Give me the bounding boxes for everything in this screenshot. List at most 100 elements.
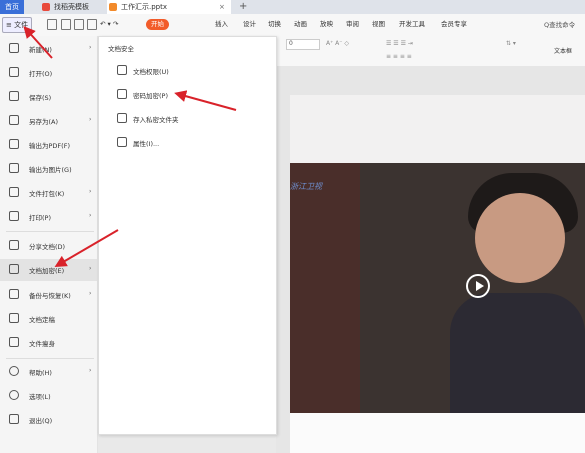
menu-item-finalize[interactable]: 文档定稿 <box>0 308 97 330</box>
menu-item-label: 备份与恢复(K) <box>29 292 71 300</box>
print-icon <box>9 211 19 221</box>
slim-icon <box>9 337 19 347</box>
ribbon-tab-animation[interactable]: 动画 <box>294 19 307 30</box>
menu-item-exit[interactable]: 退出(Q) <box>0 409 97 431</box>
menu-item-label: 文档定稿 <box>29 316 55 324</box>
finalize-icon <box>9 313 19 323</box>
pptx-file-icon <box>109 3 117 11</box>
submenu-item-label: 存入私密文件夹 <box>133 116 179 124</box>
chevron-right-icon: › <box>89 116 92 123</box>
menu-item-new[interactable]: 新建(N) › <box>0 38 97 60</box>
menu-divider <box>6 358 94 359</box>
menu-item-share[interactable]: 分享文档(D) <box>0 235 97 257</box>
ribbon-tab-slideshow[interactable]: 放映 <box>320 19 333 30</box>
play-button[interactable] <box>466 274 490 298</box>
ribbon-tab-design[interactable]: 设计 <box>243 19 256 30</box>
menu-item-encrypt[interactable]: 文档加密(E) › <box>0 259 97 281</box>
menu-divider <box>6 231 94 232</box>
encrypt-icon <box>9 264 19 274</box>
options-icon <box>9 390 19 400</box>
menu-item-label: 选项(L) <box>29 393 51 401</box>
menu-item-label: 新建(N) <box>29 46 52 54</box>
menu-item-label: 打印(P) <box>29 214 51 222</box>
file-menu-panel: 新建(N) › 打开(O) 保存(S) 另存为(A) › 输出为PDF(F) 输出为… <box>0 36 98 453</box>
menu-item-export-pdf[interactable]: 输出为PDF(F) <box>0 134 97 156</box>
menu-item-open[interactable]: 打开(O) <box>0 62 97 84</box>
print-quick-icon[interactable] <box>61 19 71 30</box>
tab-current-file[interactable]: 工作汇示.pptx × <box>107 0 231 14</box>
slide-top-panel <box>290 95 585 163</box>
menu-item-options[interactable]: 选项(L) <box>0 385 97 407</box>
new-doc-icon <box>9 43 19 53</box>
docer-icon <box>42 3 50 11</box>
chevron-right-icon: › <box>89 290 92 297</box>
submenu-item-properties[interactable]: 属性(I)... <box>99 131 276 153</box>
menu-item-backup[interactable]: 备份与恢复(K) › <box>0 284 97 306</box>
menu-item-package[interactable]: 文件打包(K) › <box>0 182 97 204</box>
ribbon-tab-insert[interactable]: 插入 <box>215 19 228 30</box>
ribbon-tab-developer[interactable]: 开发工具 <box>399 19 425 30</box>
new-tab-button[interactable]: + <box>239 0 247 14</box>
ribbon-tab-member[interactable]: 会员专享 <box>441 19 467 30</box>
align-buttons[interactable]: ≡ ≡ ≡ ≡ <box>386 53 412 60</box>
tab-docer-templates[interactable]: 找稻壳模板 <box>40 0 89 14</box>
menu-item-label: 分享文档(D) <box>29 243 66 251</box>
ribbon-tab-view[interactable]: 视图 <box>372 19 385 30</box>
text-direction-icon[interactable]: ⇅ ▾ <box>506 40 516 47</box>
save-icon <box>9 91 19 101</box>
doc-permission-icon <box>117 65 127 75</box>
chevron-right-icon: › <box>89 212 92 219</box>
list-buttons[interactable]: ☰ ☰ ☰ ⇥ <box>386 40 413 47</box>
menu-item-label: 输出为PDF(F) <box>29 142 70 150</box>
menu-item-label: 帮助(H) <box>29 369 52 377</box>
submenu-item-private-folder[interactable]: 存入私密文件夹 <box>99 107 276 129</box>
menu-item-save-as[interactable]: 另存为(A) › <box>0 110 97 132</box>
embedded-video[interactable]: 浙江卫视 <box>290 163 585 413</box>
close-tab-icon[interactable]: × <box>219 0 225 14</box>
package-icon <box>9 187 19 197</box>
menu-item-slim[interactable]: 文件瘦身 <box>0 332 97 354</box>
backup-icon <box>9 289 19 299</box>
font-size-field[interactable]: 0 <box>286 39 320 50</box>
menu-item-label: 文件瘦身 <box>29 340 55 348</box>
ribbon-tab-start[interactable]: 开始 <box>146 19 169 30</box>
submenu-item-password[interactable]: 密码加密(P) <box>99 83 276 105</box>
channel-logo: 浙江卫视 <box>290 182 322 191</box>
menu-item-print[interactable]: 打印(P) › <box>0 206 97 228</box>
title-tab-bar: 首页 找稻壳模板 工作汇示.pptx × + <box>0 0 585 14</box>
menu-item-label: 文档加密(E) <box>29 267 65 275</box>
save-quick-icon[interactable] <box>47 19 57 30</box>
exit-icon <box>9 414 19 424</box>
tab-docer-label: 找稻壳模板 <box>54 3 89 11</box>
submenu-item-label: 文档权限(U) <box>133 68 169 76</box>
command-search[interactable]: Q查找命令 <box>544 19 575 29</box>
image-icon <box>9 163 19 173</box>
submenu-title: 文档安全 <box>108 45 134 53</box>
ribbon-tab-review[interactable]: 审阅 <box>346 19 359 30</box>
text-box-button[interactable]: 文本框 <box>554 46 572 55</box>
help-icon <box>9 366 19 376</box>
submenu-item-permission[interactable]: 文档权限(U) <box>99 59 276 81</box>
video-person-shirt <box>450 293 585 413</box>
menu-item-help[interactable]: 帮助(H) › <box>0 361 97 383</box>
formatting-toolbar: 0 A⁺ A⁻ ◇ ☰ ☰ ☰ ⇥ ≡ ≡ ≡ ≡ ⇅ ▾ 文本框 <box>276 36 585 67</box>
menu-item-label: 输出为图片(G) <box>29 166 72 174</box>
menu-item-label: 文件打包(K) <box>29 190 65 198</box>
menu-item-export-image[interactable]: 输出为图片(G) <box>0 158 97 180</box>
chevron-right-icon: › <box>89 367 92 374</box>
slide-bottom-panel <box>290 413 585 453</box>
share-icon <box>9 240 19 250</box>
save-as-icon <box>9 115 19 125</box>
preview-quick-icon[interactable] <box>87 19 97 30</box>
font-size-buttons[interactable]: A⁺ A⁻ ◇ <box>326 40 349 47</box>
file-menu-button[interactable]: ≡ 文件 <box>2 17 33 33</box>
ribbon-tab-transition[interactable]: 切换 <box>268 19 281 30</box>
menu-item-save[interactable]: 保存(S) <box>0 86 97 108</box>
pdf-icon <box>9 139 19 149</box>
undo-icon[interactable]: ↶ ▾ ↷ <box>100 19 118 30</box>
chevron-right-icon: › <box>89 188 92 195</box>
tab-home[interactable]: 首页 <box>0 0 24 14</box>
properties-icon <box>117 137 127 147</box>
export-quick-icon[interactable] <box>74 19 84 30</box>
video-person-face <box>475 193 565 283</box>
